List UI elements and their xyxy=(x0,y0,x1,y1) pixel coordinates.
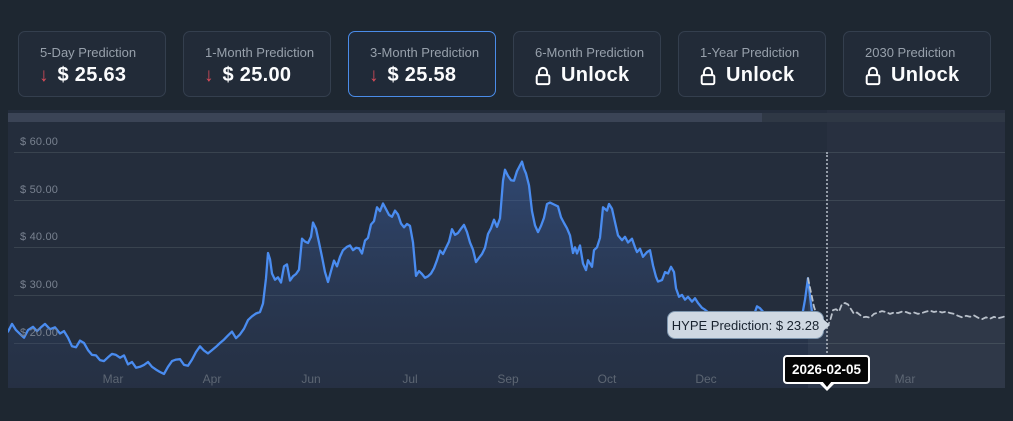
prediction-card-1-year[interactable]: 1-Year Prediction Unlock xyxy=(678,31,826,97)
prediction-value: $ 25.63 xyxy=(58,64,127,87)
date-tooltip-text: 2026-02-05 xyxy=(792,362,861,377)
x-tick-label: Dec xyxy=(682,372,730,386)
lock-icon xyxy=(864,66,882,86)
prediction-card-1-month[interactable]: 1-Month Prediction ↓ $ 25.00 xyxy=(183,31,331,97)
y-tick-label: $ 50.00 xyxy=(20,184,58,196)
card-title: 5-Day Prediction xyxy=(40,45,165,60)
x-tick-label: Oct xyxy=(583,372,631,386)
prediction-card-3-month[interactable]: 3-Month Prediction ↓ $ 25.58 xyxy=(348,31,496,97)
card-title: 3-Month Prediction xyxy=(370,45,495,60)
card-title: 1-Month Prediction xyxy=(205,45,330,60)
prediction-cards-row: 5-Day Prediction ↓ $ 25.63 1-Month Predi… xyxy=(18,31,991,97)
card-value: Unlock xyxy=(699,64,825,87)
date-tooltip: 2026-02-05 xyxy=(783,355,870,384)
scrollbar-track xyxy=(762,113,1005,122)
card-value: Unlock xyxy=(534,64,660,87)
unlock-label: Unlock xyxy=(891,64,959,87)
x-tick-label: Jul xyxy=(386,372,434,386)
prediction-region-highlight xyxy=(827,110,1005,388)
price-chart[interactable]: $ 60.00 $ 50.00 $ 40.00 $ 30.00 $ 20.00 Mar Ap… xyxy=(8,110,1005,388)
prediction-tooltip: HYPE Prediction: $ 23.28 xyxy=(667,311,824,339)
x-tick-label: Apr xyxy=(188,372,236,386)
x-tick-label: Mar xyxy=(89,372,137,386)
prediction-value: $ 25.00 xyxy=(223,64,292,87)
card-value: ↓ $ 25.63 xyxy=(39,64,165,87)
y-tick-label: $ 20.00 xyxy=(20,327,58,339)
card-title: 1-Year Prediction xyxy=(700,45,825,60)
lock-icon xyxy=(699,66,717,86)
lock-icon xyxy=(534,66,552,86)
card-title: 6-Month Prediction xyxy=(535,45,660,60)
prediction-card-2030[interactable]: 2030 Prediction Unlock xyxy=(843,31,991,97)
unlock-label: Unlock xyxy=(726,64,794,87)
unlock-label: Unlock xyxy=(561,64,629,87)
x-tick-label: Sep xyxy=(484,372,532,386)
prediction-card-5-day[interactable]: 5-Day Prediction ↓ $ 25.63 xyxy=(18,31,166,97)
x-tick-label: Mar xyxy=(881,372,929,386)
card-value: Unlock xyxy=(864,64,990,87)
down-arrow-icon: ↓ xyxy=(369,66,379,85)
card-value: ↓ $ 25.58 xyxy=(369,64,495,87)
date-tooltip-pointer-inner xyxy=(822,381,832,387)
down-arrow-icon: ↓ xyxy=(39,66,49,85)
down-arrow-icon: ↓ xyxy=(204,66,214,85)
y-tick-label: $ 40.00 xyxy=(20,231,58,243)
prediction-date-marker-line xyxy=(826,152,828,388)
chart-scrollbar[interactable] xyxy=(8,113,1005,122)
card-title: 2030 Prediction xyxy=(865,45,990,60)
prediction-tooltip-text: HYPE Prediction: $ 23.28 xyxy=(672,318,819,333)
prediction-value: $ 25.58 xyxy=(388,64,457,87)
y-tick-label: $ 60.00 xyxy=(20,136,58,148)
y-tick-label: $ 30.00 xyxy=(20,279,58,291)
tooltip-right-pointer xyxy=(823,319,830,331)
prediction-card-6-month[interactable]: 6-Month Prediction Unlock xyxy=(513,31,661,97)
x-tick-label: Jun xyxy=(287,372,335,386)
card-value: ↓ $ 25.00 xyxy=(204,64,330,87)
scrollbar-thumb[interactable] xyxy=(8,113,762,122)
